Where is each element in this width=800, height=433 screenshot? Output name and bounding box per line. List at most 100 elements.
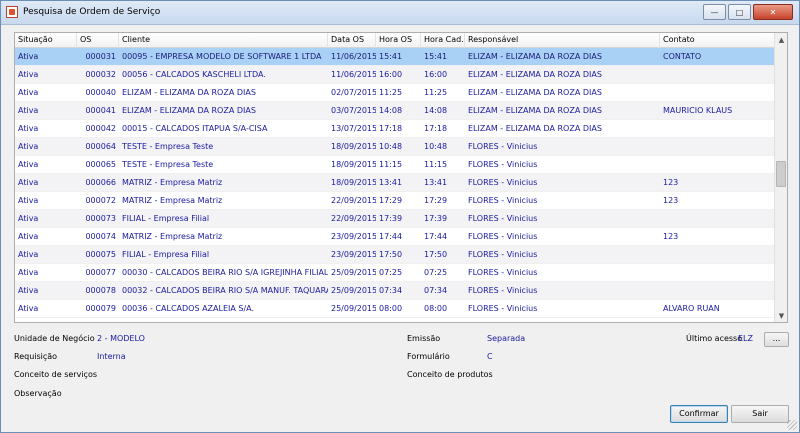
- cell-situacao: Ativa: [18, 250, 39, 259]
- cell-hora-cad: 17:50: [424, 250, 448, 259]
- cell-os: 000077: [85, 268, 116, 277]
- window-controls: — □ ✕: [703, 4, 793, 20]
- close-button[interactable]: ✕: [753, 4, 793, 20]
- ultimo-acesso-value: ELZ: [738, 334, 753, 343]
- cell-responsavel: ELIZAM - ELIZAMA DA ROZA DIAS: [468, 70, 602, 79]
- cell-situacao: Ativa: [18, 106, 39, 115]
- cell-hora-cad: 11:15: [424, 160, 448, 169]
- scroll-up-icon[interactable]: ▲: [775, 33, 787, 46]
- resize-grip-icon[interactable]: [787, 420, 797, 430]
- cell-situacao: Ativa: [18, 286, 39, 295]
- close-icon: ✕: [769, 7, 777, 17]
- cell-contato: [660, 156, 775, 174]
- table-row[interactable]: Ativa 000072 MATRIZ - Empresa Matriz 22/09/…: [15, 192, 775, 210]
- cell-cliente: 00095 - EMPRESA MODELO DE SOFTWARE 1 LTD…: [122, 52, 322, 61]
- cell-hora-os: 17:39: [379, 214, 403, 223]
- cell-hora-cad: 14:08: [424, 106, 448, 115]
- title-bar[interactable]: Pesquisa de Ordem de Serviço — □ ✕: [1, 1, 799, 25]
- table-row[interactable]: Ativa 000065 TESTE - Empresa Teste 18/09/20…: [15, 156, 775, 174]
- cell-responsavel: ELIZAM - ELIZAMA DA ROZA DIAS: [468, 124, 602, 133]
- column-header-os[interactable]: OS: [77, 33, 119, 48]
- table-row[interactable]: Ativa 000041 ELIZAM - ELIZAMA DA ROZA DIAS…: [15, 102, 775, 120]
- cell-situacao: Ativa: [18, 124, 39, 133]
- window: Pesquisa de Ordem de Serviço — □ ✕ Situa…: [0, 0, 800, 433]
- table-row[interactable]: Ativa 000073 FILIAL - Empresa Filial 22/09/…: [15, 210, 775, 228]
- table-row[interactable]: Ativa 000075 FILIAL - Empresa Filial 23/09/…: [15, 246, 775, 264]
- cell-data-os: 02/07/2015: [331, 88, 376, 97]
- table-row[interactable]: Ativa 000040 ELIZAM - ELIZAMA DA ROZA DIAS…: [15, 84, 775, 102]
- cell-cliente: MATRIZ - Empresa Matriz: [122, 232, 223, 241]
- cell-os: 000032: [85, 70, 116, 79]
- cell-hora-os: 11:15: [379, 160, 403, 169]
- cell-contato: MAURICIO KLAUS: [663, 106, 733, 115]
- table-row[interactable]: Ativa 000032 00056 - CALCADOS KASCHELI LTD…: [15, 66, 775, 84]
- cell-data-os: 11/06/2015: [331, 52, 376, 61]
- cell-hora-cad: 07:25: [424, 268, 448, 277]
- conceito-servicos-label: Conceito de serviços: [14, 370, 98, 379]
- vertical-scrollbar[interactable]: ▲ ▼: [774, 33, 787, 322]
- cell-contato: [660, 84, 775, 102]
- cell-hora-os: 17:44: [379, 232, 403, 241]
- table-row[interactable]: Ativa 000031 00095 - EMPRESA MODELO DE SOF…: [15, 48, 775, 66]
- minimize-button[interactable]: —: [703, 4, 726, 20]
- cell-hora-cad: 07:34: [424, 286, 448, 295]
- cell-cliente: TESTE - Empresa Teste: [122, 142, 214, 151]
- table-row[interactable]: Ativa 000042 00015 - CALCADOS ITAPUA S/A-C…: [15, 120, 775, 138]
- cell-data-os: 22/09/2015: [331, 214, 376, 223]
- ultimo-acesso-label: Último acesso: [686, 334, 743, 343]
- table-row[interactable]: Ativa 000066 MATRIZ - Empresa Matriz 18/09/…: [15, 174, 775, 192]
- maximize-button[interactable]: □: [728, 4, 751, 20]
- cell-contato: CONTATO: [663, 52, 702, 61]
- emissao-value: Separada: [487, 334, 526, 343]
- column-header-data-os[interactable]: Data OS: [328, 33, 376, 48]
- sair-button[interactable]: Sair: [731, 405, 789, 423]
- cell-responsavel: FLORES - Vinicius: [468, 304, 538, 313]
- table-row[interactable]: Ativa 000078 00032 - CALCADOS BEIRA RIO S/…: [15, 282, 775, 300]
- scroll-down-icon[interactable]: ▼: [775, 309, 787, 322]
- cell-cliente: FILIAL - Empresa Filial: [122, 214, 210, 223]
- cell-hora-os: 08:00: [379, 304, 403, 313]
- cell-cliente: 00015 - CALCADOS ITAPUA S/A-CISA: [122, 124, 268, 133]
- cell-hora-os: 13:41: [379, 178, 403, 187]
- cell-data-os: 13/07/2015: [331, 124, 376, 133]
- table-row[interactable]: Ativa 000079 00036 - CALCADOS AZALEIA S/A.…: [15, 300, 775, 318]
- column-header-hora-cad[interactable]: Hora Cad.: [421, 33, 465, 48]
- column-header-responsavel[interactable]: Responsável: [465, 33, 660, 48]
- confirmar-button[interactable]: Confirmar: [670, 405, 728, 423]
- grid-rows: Ativa 000031 00095 - EMPRESA MODELO DE SOF…: [15, 48, 775, 318]
- cell-hora-os: 17:50: [379, 250, 403, 259]
- cell-situacao: Ativa: [18, 196, 39, 205]
- table-row[interactable]: Ativa 000064 TESTE - Empresa Teste 18/09/20…: [15, 138, 775, 156]
- column-header-situacao[interactable]: Situação: [15, 33, 77, 48]
- table-row[interactable]: Ativa 000074 MATRIZ - Empresa Matriz 23/09/…: [15, 228, 775, 246]
- cell-hora-os: 10:48: [379, 142, 403, 151]
- unidade-value: 2 - MODELO: [97, 334, 145, 343]
- column-header-cliente[interactable]: Cliente: [119, 33, 328, 48]
- table-row[interactable]: Ativa 000077 00030 - CALCADOS BEIRA RIO S/…: [15, 264, 775, 282]
- cell-contato: [660, 138, 775, 156]
- cell-hora-os: 11:25: [379, 88, 403, 97]
- scroll-thumb[interactable]: [776, 161, 786, 187]
- cell-os: 000073: [85, 214, 116, 223]
- cell-hora-cad: 17:18: [424, 124, 448, 133]
- ultimo-acesso-ellipsis-button[interactable]: ...: [764, 332, 789, 347]
- cell-cliente: FILIAL - Empresa Filial: [122, 250, 210, 259]
- cell-situacao: Ativa: [18, 52, 39, 61]
- orders-grid[interactable]: Situação OS Cliente Data OS Hora OS Hora…: [14, 32, 788, 323]
- requisicao-value: Interna: [97, 352, 126, 361]
- cell-contato: [660, 66, 775, 84]
- column-header-hora-os[interactable]: Hora OS: [376, 33, 421, 48]
- column-header-contato[interactable]: Contato: [660, 33, 775, 48]
- cell-data-os: 18/09/2015: [331, 160, 376, 169]
- cell-responsavel: ELIZAM - ELIZAMA DA ROZA DIAS: [468, 106, 602, 115]
- cell-cliente: MATRIZ - Empresa Matriz: [122, 196, 223, 205]
- cell-data-os: 18/09/2015: [331, 178, 376, 187]
- cell-data-os: 11/06/2015: [331, 70, 376, 79]
- cell-situacao: Ativa: [18, 304, 39, 313]
- requisicao-label: Requisição: [14, 352, 58, 361]
- cell-situacao: Ativa: [18, 160, 39, 169]
- cell-responsavel: FLORES - Vinicius: [468, 232, 538, 241]
- cell-os: 000064: [85, 142, 116, 151]
- cell-os: 000042: [85, 124, 116, 133]
- cell-hora-os: 07:34: [379, 286, 403, 295]
